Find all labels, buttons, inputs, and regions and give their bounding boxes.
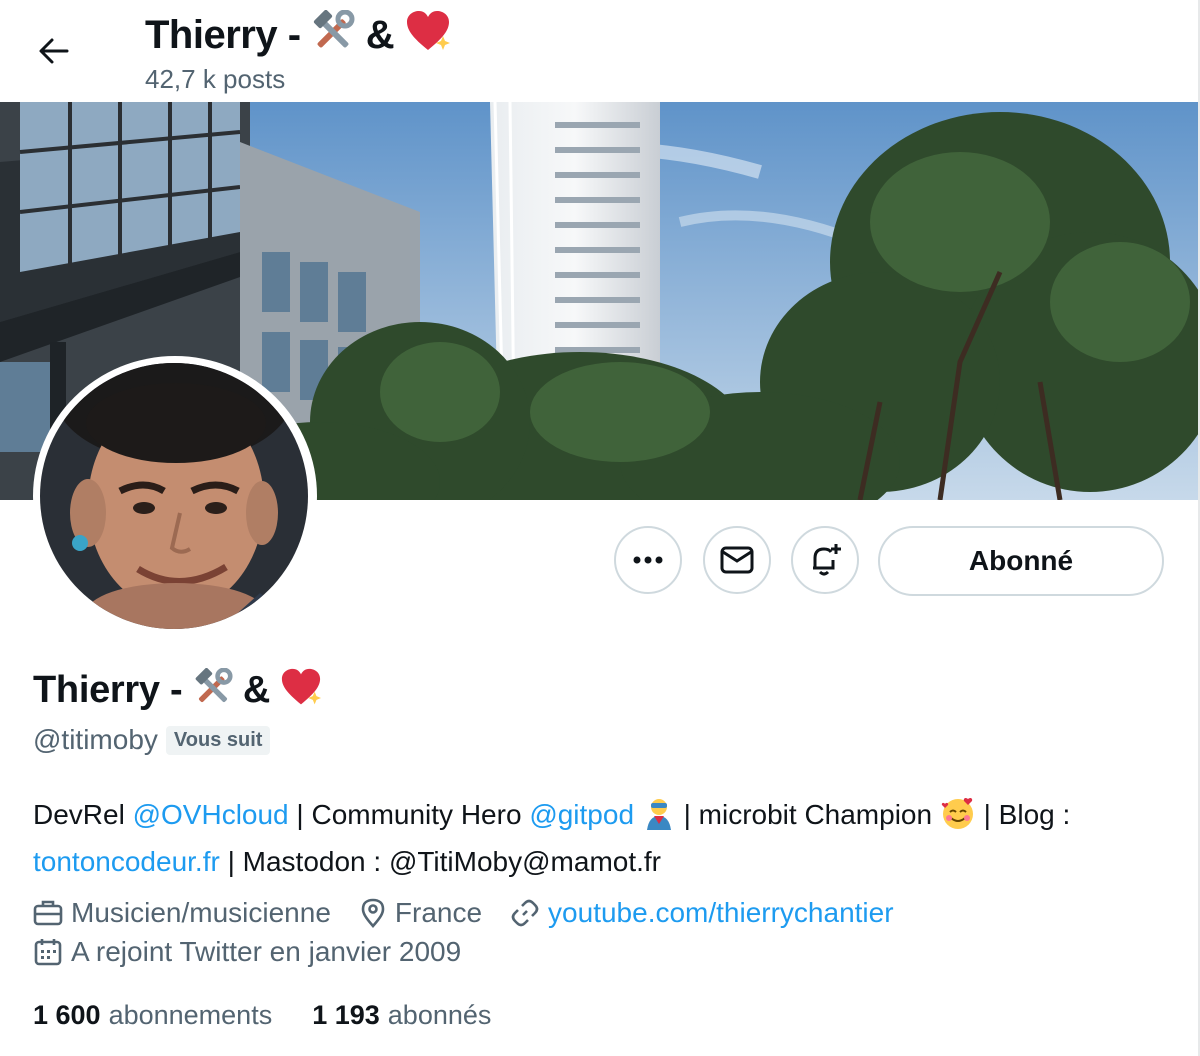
location-item: France bbox=[359, 897, 482, 929]
profile-handle: @titimoby bbox=[33, 724, 158, 755]
following-label: abonnements bbox=[108, 1000, 273, 1030]
following-count: 1 600 bbox=[33, 1000, 101, 1030]
profile-amp-text: & bbox=[232, 669, 281, 711]
website-item: youtube.com/thierrychantier bbox=[510, 897, 894, 929]
profile-name: Thierry - & bbox=[33, 667, 322, 718]
hammer-wrench-emoji-icon bbox=[311, 9, 355, 64]
message-button[interactable] bbox=[703, 526, 771, 594]
followers-label: abonnés bbox=[387, 1000, 492, 1030]
calendar-icon bbox=[34, 939, 62, 966]
mention-link[interactable]: @gitpod bbox=[529, 799, 634, 830]
profile-bio: DevRel @OVHcloud | Community Hero @gitpo… bbox=[33, 794, 1173, 882]
following-link[interactable]: 1 600 abonnements bbox=[33, 1000, 272, 1031]
profile-meta: Musicien/musicienne France youtube.com/t… bbox=[33, 897, 922, 929]
following-button[interactable]: Abonné bbox=[878, 526, 1164, 596]
handle-row: @titimoby Vous suit bbox=[33, 724, 271, 756]
back-button[interactable] bbox=[28, 28, 78, 74]
joined-row: A rejoint Twitter en janvier 2009 bbox=[33, 936, 489, 968]
more-horizontal-icon bbox=[633, 556, 663, 564]
header-amp-text: & bbox=[355, 13, 405, 57]
arrow-left-icon bbox=[39, 38, 69, 64]
follow-counts: 1 600 abonnements 1 193 abonnés bbox=[33, 1000, 531, 1031]
joined-item: A rejoint Twitter en janvier 2009 bbox=[33, 936, 461, 968]
profession-item: Musicien/musicienne bbox=[33, 897, 331, 929]
follows-you-badge: Vous suit bbox=[165, 725, 271, 755]
link-icon bbox=[511, 899, 539, 927]
profession-text: Musicien/musicienne bbox=[71, 897, 331, 928]
sparkling-heart-emoji-icon bbox=[280, 668, 322, 718]
joined-text: A rejoint Twitter en janvier 2009 bbox=[71, 936, 462, 967]
bio-text: DevRel bbox=[33, 799, 133, 830]
sparkling-heart-emoji-icon bbox=[405, 10, 451, 64]
location-text: France bbox=[394, 897, 483, 928]
header-name-text: Thierry - bbox=[145, 13, 312, 57]
profile-actions: Abonné bbox=[0, 526, 1200, 596]
superhero-emoji-icon bbox=[642, 796, 676, 841]
posts-count: 42,7 k posts bbox=[145, 64, 286, 94]
hammer-wrench-emoji-icon bbox=[193, 667, 233, 718]
followers-link[interactable]: 1 193 abonnés bbox=[312, 1000, 491, 1031]
bell-plus-icon bbox=[813, 544, 841, 576]
envelope-icon bbox=[720, 546, 754, 574]
mention-link[interactable]: @OVHcloud bbox=[133, 799, 289, 830]
bio-text: | microbit Champion bbox=[675, 799, 940, 830]
notify-button[interactable] bbox=[791, 526, 859, 594]
bio-text: | Blog : bbox=[975, 799, 1071, 830]
profile-header: Thierry - & 42,7 k posts bbox=[0, 0, 1200, 102]
website-link[interactable]: youtube.com/thierrychantier bbox=[548, 897, 894, 929]
bio-text: | Community Hero bbox=[288, 799, 530, 830]
more-button[interactable] bbox=[614, 526, 682, 594]
blog-link[interactable]: tontoncodeur.fr bbox=[33, 846, 220, 877]
profile-name-text: Thierry - bbox=[33, 669, 193, 711]
map-pin-icon bbox=[361, 898, 385, 928]
followers-count: 1 193 bbox=[312, 1000, 380, 1030]
bio-text: | Mastodon : @TitiMoby@mamot.fr bbox=[219, 846, 662, 877]
briefcase-icon bbox=[33, 900, 63, 926]
header-title: Thierry - & bbox=[145, 9, 451, 64]
smiling-hearts-emoji-icon bbox=[940, 796, 976, 841]
